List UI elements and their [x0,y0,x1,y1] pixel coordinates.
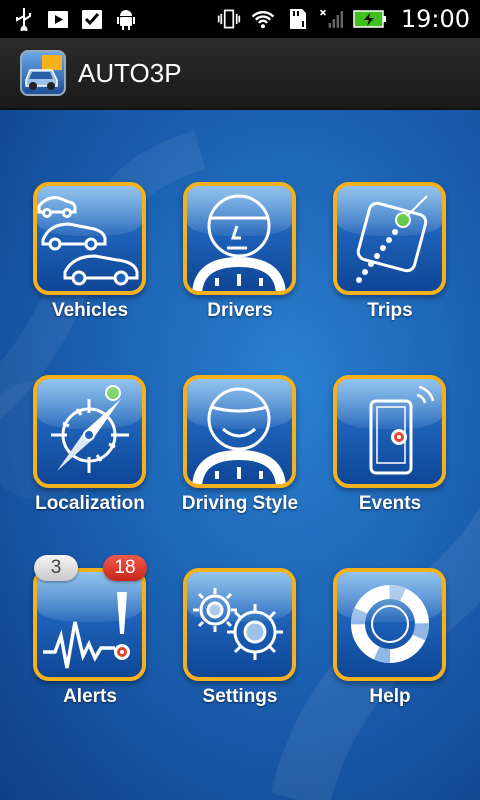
alerts-count-badge-red: 18 [103,555,147,581]
home-dashboard: Vehicles Drivers Trips Localization Driv… [0,110,480,800]
android-icon [114,7,138,31]
lifebuoy-icon [351,585,429,663]
tile-help[interactable]: Help [300,496,450,707]
alerts-button[interactable] [33,568,146,681]
trip-map-icon [356,195,428,283]
tile-trips[interactable]: Trips [300,110,450,321]
usb-icon [12,7,36,31]
status-bar: 19:00 [0,0,480,38]
phone-event-icon [369,385,435,475]
tile-drivers[interactable]: Drivers [150,110,300,321]
drivers-button[interactable] [183,182,296,295]
settings-button[interactable] [183,568,296,681]
smiling-driver-icon [192,387,286,484]
help-button[interactable] [333,568,446,681]
tile-alerts[interactable]: Alerts [0,496,150,707]
tile-settings[interactable]: Settings [150,496,300,707]
tile-vehicles[interactable]: Vehicles [0,110,150,321]
events-button[interactable] [333,375,446,488]
status-time: 19:00 [400,5,470,33]
alerts-count-badge-gray: 3 [34,555,78,581]
app-title: AUTO3P [78,57,182,88]
driver-face-icon [192,194,286,291]
play-store-icon [46,7,70,31]
compass-icon [51,385,129,473]
task-check-icon [80,7,104,31]
localization-button[interactable] [33,375,146,488]
wifi-icon [251,7,275,31]
action-bar: AUTO3P [0,38,480,110]
help-label: Help [369,686,411,707]
driving-style-button[interactable] [183,375,296,488]
vehicles-button[interactable] [33,182,146,295]
battery-charging-icon [353,7,387,31]
tile-driving-style[interactable]: Driving Style [150,303,300,514]
tile-localization[interactable]: Localization [0,303,150,514]
gears-icon [193,588,283,660]
cars-icon [37,196,139,286]
signal-icon [319,7,343,31]
trips-button[interactable] [333,182,446,295]
app-logo-icon[interactable] [20,50,66,96]
tile-events[interactable]: Events [300,303,450,514]
alert-pulse-icon [43,592,130,669]
vibrate-icon [217,7,241,31]
sd-card-icon [285,7,309,31]
